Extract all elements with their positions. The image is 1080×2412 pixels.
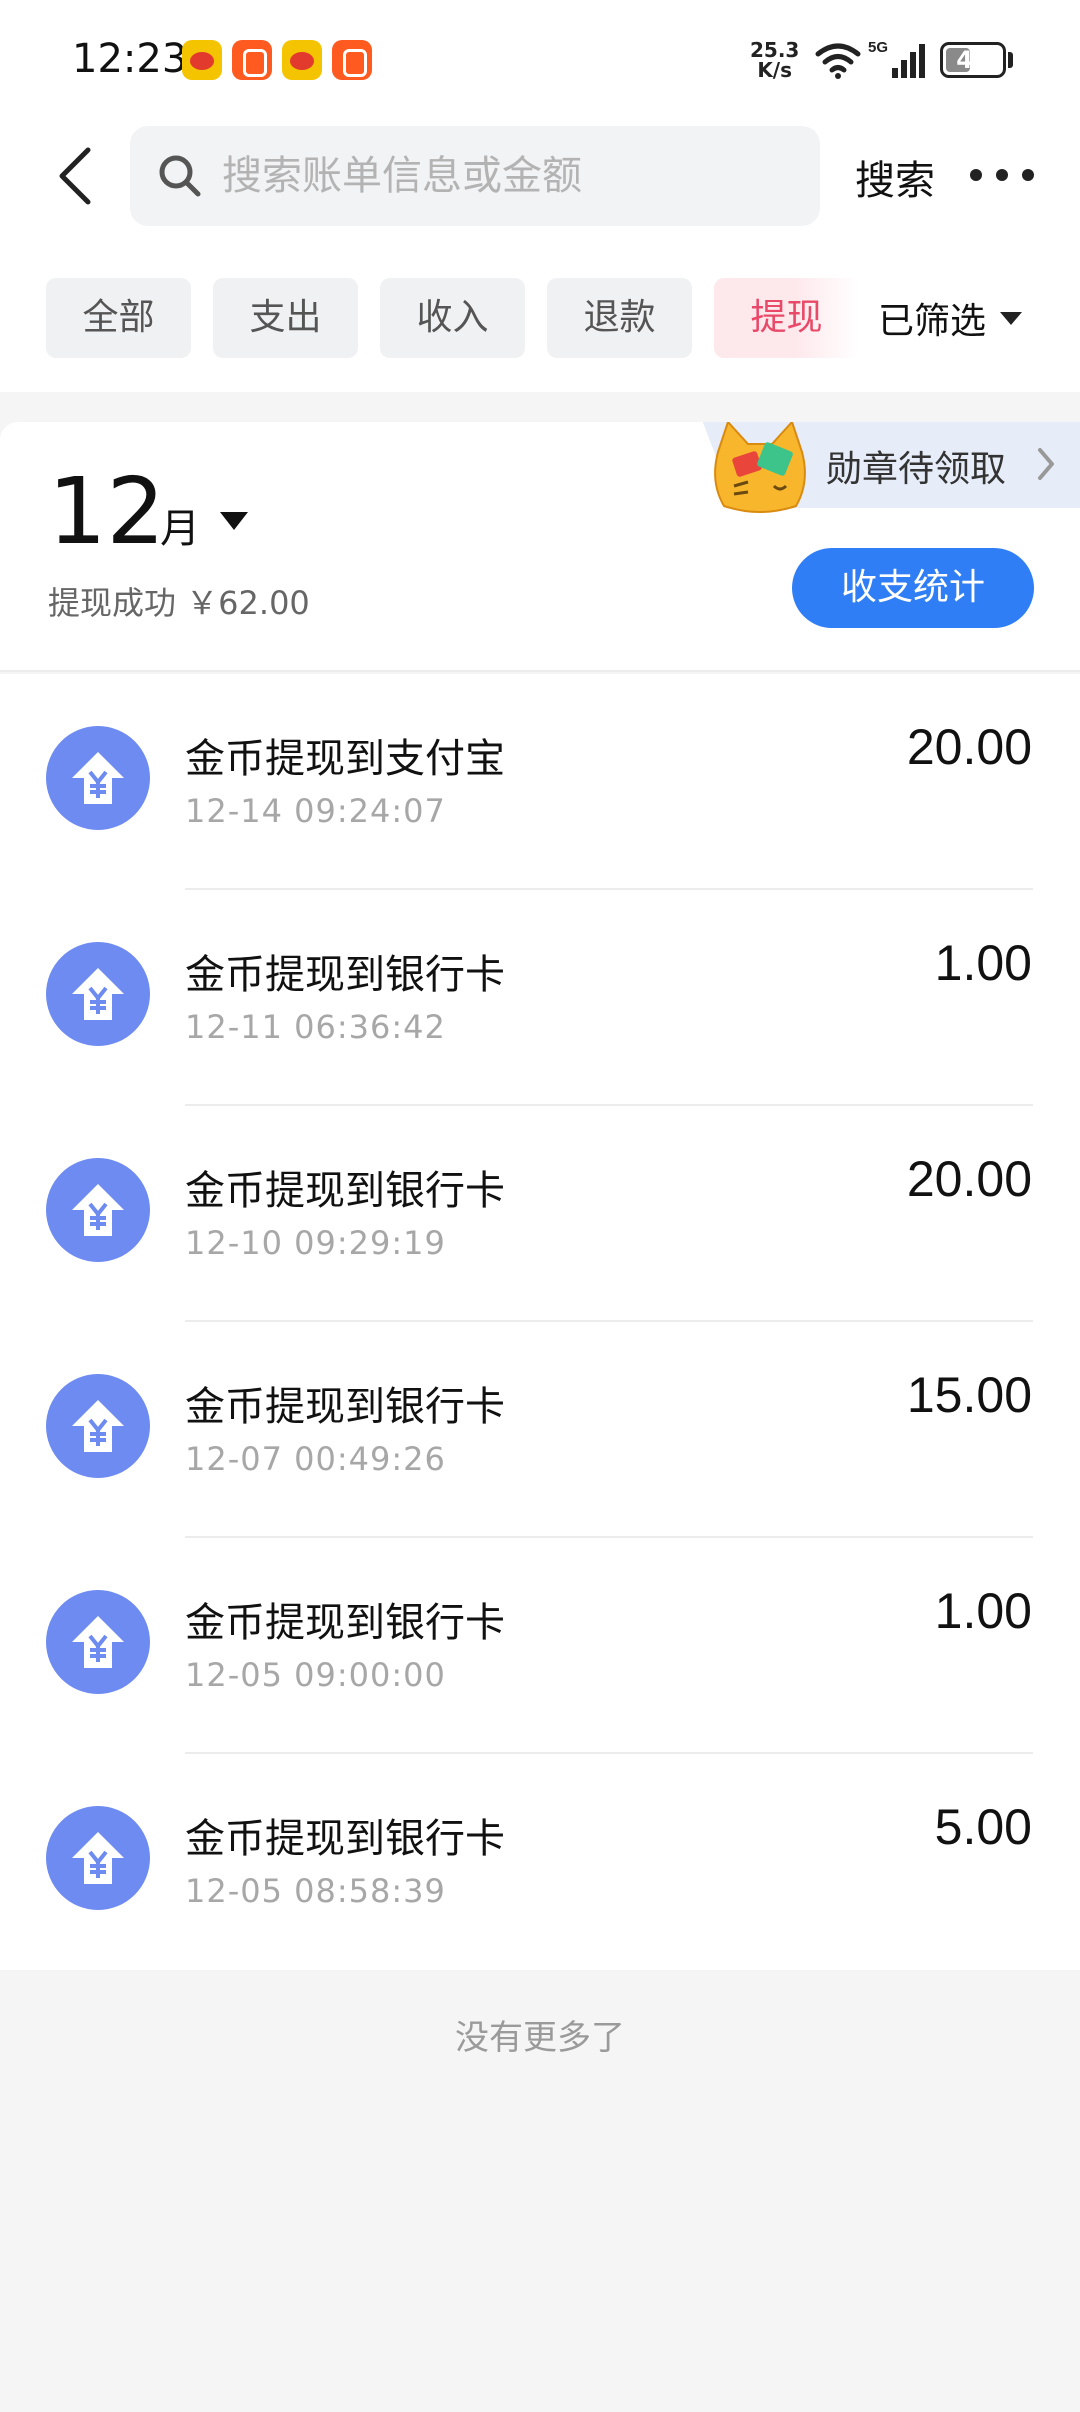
tab-expense[interactable]: 支出 [213,278,358,358]
withdraw-summary: 提现成功 ￥62.00 [48,584,310,622]
transaction-amount: 1.00 [934,1583,1032,1639]
tab-refund[interactable]: 退款 [547,278,692,358]
filter-toggle-label: 已筛选 [878,301,987,342]
battery-level-text: 44 [956,46,990,74]
transaction-row[interactable]: 金币提现到银行卡 12-10 09:29:19 20.00 [0,1106,1080,1322]
transaction-row[interactable]: 金币提现到银行卡 12-05 08:58:39 5.00 [0,1754,1080,1970]
network-type-label: 5G [868,39,888,56]
kuaishou-notification-icon [232,40,272,80]
search-icon [159,155,201,197]
transaction-amount: 15.00 [906,1367,1032,1423]
tab-all[interactable]: 全部 [46,278,191,358]
chevron-right-icon [1038,448,1054,480]
withdraw-yuan-icon [46,1590,150,1694]
transaction-row[interactable]: 金币提现到银行卡 12-11 06:36:42 1.00 [0,890,1080,1106]
transaction-time: 12-14 09:24:07 [185,792,446,830]
transaction-time: 12-10 09:29:19 [185,1224,446,1262]
transaction-time: 12-05 08:58:39 [185,1872,446,1910]
transaction-amount: 20.00 [906,1151,1032,1207]
month-summary-card: 勋章待领取 12 月 提现成功 ￥62.00 收支统计 [0,422,1080,672]
transaction-time: 12-07 00:49:26 [185,1440,446,1478]
kuaishou-notification-icon [332,40,372,80]
transaction-title: 金币提现到银行卡 [185,1168,505,1214]
battery-icon: 44 [940,42,1006,78]
withdraw-yuan-icon [46,942,150,1046]
network-speed: 25.3 K/s [750,40,799,80]
filter-toggle[interactable]: 已筛选 [878,292,1023,344]
stats-button[interactable]: 收支统计 [792,548,1034,628]
network-speed-value: 25.3 [750,38,800,62]
month-unit[interactable]: 月 [160,496,200,554]
transaction-row[interactable]: 金币提现到支付宝 12-14 09:24:07 20.00 [0,674,1080,890]
transaction-time: 12-05 09:00:00 [185,1656,446,1694]
search-input[interactable] [222,150,792,202]
transaction-list: 金币提现到支付宝 12-14 09:24:07 20.00 金币提现到银行卡 1… [0,674,1080,1970]
withdraw-yuan-icon [46,1158,150,1262]
dropdown-arrow-icon [1000,311,1023,325]
transaction-row[interactable]: 金币提现到银行卡 12-05 09:00:00 1.00 [0,1538,1080,1754]
transaction-title: 金币提现到银行卡 [185,1816,505,1862]
more-options-icon[interactable] [970,160,1034,190]
status-time: 12:23 [72,36,188,82]
transaction-row[interactable]: 金币提现到银行卡 12-07 00:49:26 15.00 [0,1322,1080,1538]
cat-mascot-icon [714,422,806,513]
transaction-amount: 20.00 [906,719,1032,775]
wifi-icon [815,43,861,79]
filter-tabs: 全部 支出 收入 退款 提现 已筛选 [0,278,1080,360]
transaction-title: 金币提现到银行卡 [185,952,505,998]
withdraw-yuan-icon [46,1806,150,1910]
network-speed-unit: K/s [757,58,793,82]
tab-income[interactable]: 收入 [380,278,525,358]
transaction-amount: 1.00 [934,935,1032,991]
back-icon[interactable] [52,146,102,206]
transaction-amount: 5.00 [934,1799,1032,1855]
month-dropdown-icon[interactable] [220,512,248,530]
month-number[interactable]: 12 [48,462,165,562]
transaction-title: 金币提现到支付宝 [185,736,505,782]
cellular-signal-icon: 5G [868,39,925,78]
transaction-title: 金币提现到银行卡 [185,1600,505,1646]
badge-label: 勋章待领取 [826,449,1007,490]
status-bar: 12:23 25.3 K/s 5G 44 [0,0,1080,120]
withdraw-yuan-icon [46,726,150,830]
tab-withdraw[interactable]: 提现 [714,278,859,358]
search-button[interactable]: 搜索 [855,148,935,206]
search-box[interactable] [130,126,820,226]
weibo-notification-icon [182,40,222,80]
weibo-notification-icon [282,40,322,80]
transaction-time: 12-11 06:36:42 [185,1008,446,1046]
no-more-text: 没有更多了 [455,2018,625,2058]
battery-tip [1008,52,1013,68]
transaction-title: 金币提现到银行卡 [185,1384,505,1430]
notification-icons [182,40,372,80]
withdraw-yuan-icon [46,1374,150,1478]
